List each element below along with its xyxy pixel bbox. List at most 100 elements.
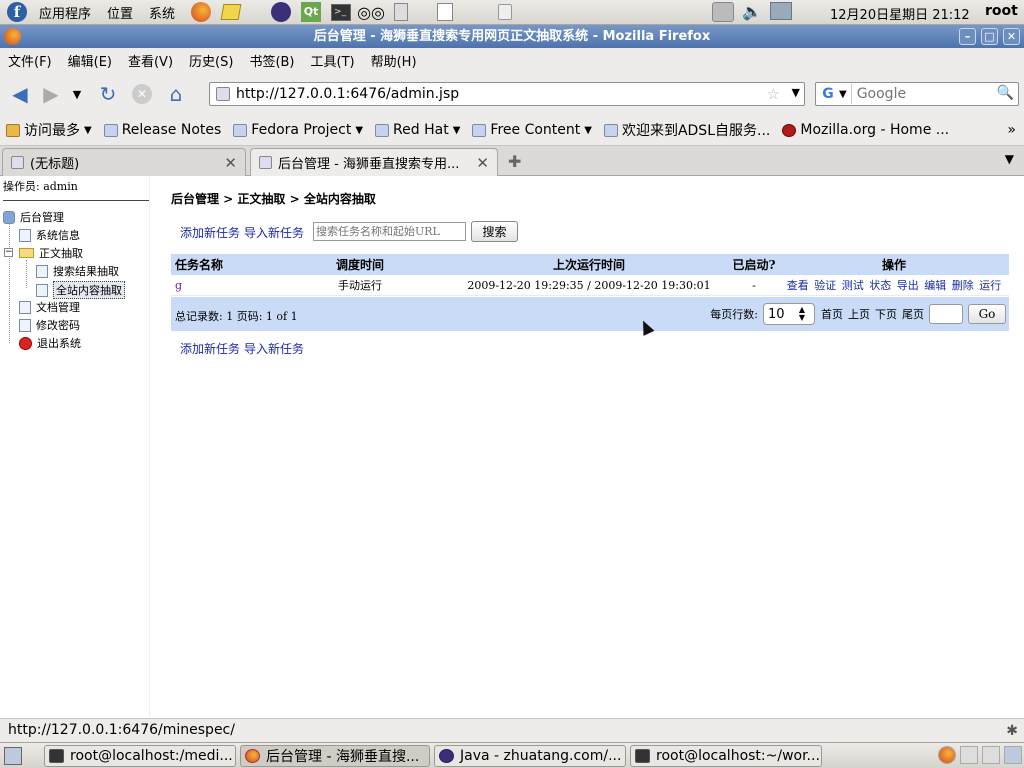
firefox-launcher-icon[interactable] xyxy=(189,1,213,23)
op-validate-link[interactable]: 验证 xyxy=(814,279,836,292)
tree-root[interactable]: 后台管理 xyxy=(3,209,64,225)
search-engine-input[interactable] xyxy=(850,84,1001,104)
volume-icon[interactable]: 🔈 xyxy=(742,2,762,22)
eyes-launcher-icon[interactable]: ◎◎ xyxy=(357,1,385,23)
tab-admin[interactable]: 后台管理 - 海狮垂直搜索专用... ✕ xyxy=(250,148,498,176)
home-icon[interactable]: ⌂ xyxy=(162,80,190,108)
header-last-run[interactable]: 上次运行时间 xyxy=(449,256,729,273)
menu-view[interactable]: 查看(V) xyxy=(120,51,181,70)
terminal-launcher-icon[interactable]: >_ xyxy=(329,1,353,23)
last-page-link[interactable]: 尾页 xyxy=(902,306,924,322)
bookmark-fedora-project[interactable]: Fedora Project ▼ xyxy=(233,122,363,138)
fedora-logo-icon[interactable]: f xyxy=(7,2,27,22)
taskbar-item-terminal-2[interactable]: root@localhost:~/wor... xyxy=(630,745,822,767)
back-arrow-icon[interactable]: ◀ xyxy=(6,80,34,108)
new-tab-icon[interactable]: ✚ xyxy=(508,152,521,171)
maximize-button[interactable]: □ xyxy=(981,28,998,45)
close-window-button[interactable]: ✕ xyxy=(1003,28,1020,45)
network-icon[interactable] xyxy=(712,2,734,22)
notes-launcher-icon[interactable] xyxy=(219,1,243,23)
history-dropdown-icon[interactable]: ▼ xyxy=(68,80,86,108)
header-started[interactable]: 已启动? xyxy=(729,256,779,273)
tree-item-extract[interactable]: 正文抽取 xyxy=(19,245,83,261)
url-input[interactable] xyxy=(236,86,756,102)
taskbar-item-terminal-1[interactable]: root@localhost:/medi... xyxy=(44,745,236,767)
places-menu[interactable]: 位置 xyxy=(103,3,137,22)
op-edit-link[interactable]: 编辑 xyxy=(924,279,946,292)
bookmark-star-icon[interactable]: ☆ xyxy=(767,85,780,103)
tree-item-logout[interactable]: 退出系统 xyxy=(19,335,81,351)
go-button[interactable]: Go xyxy=(968,304,1006,324)
screenshot-launcher-icon[interactable] xyxy=(493,1,517,23)
stop-icon[interactable]: ✕ xyxy=(128,80,156,108)
menu-history[interactable]: 历史(S) xyxy=(181,51,241,70)
import-task-link[interactable]: 导入新任务 xyxy=(244,342,304,356)
op-test-link[interactable]: 测试 xyxy=(842,279,864,292)
spinner-arrows-icon[interactable]: ▲ ▼ xyxy=(799,306,805,322)
op-delete-link[interactable]: 删除 xyxy=(952,279,974,292)
bookmark-free-content[interactable]: Free Content ▼ xyxy=(472,122,592,138)
prev-page-link[interactable]: 上页 xyxy=(848,306,870,322)
page-number-input[interactable] xyxy=(929,304,963,324)
eclipse-launcher-icon[interactable] xyxy=(269,1,293,23)
op-view-link[interactable]: 查看 xyxy=(787,279,809,292)
search-button[interactable]: 搜索 xyxy=(471,221,518,242)
op-export-link[interactable]: 导出 xyxy=(897,279,919,292)
menu-bookmarks[interactable]: 书签(B) xyxy=(241,51,302,70)
tree-item-password[interactable]: 修改密码 xyxy=(19,317,80,333)
taskbar-item-eclipse[interactable]: Java - zhuatang.com/... xyxy=(434,745,626,767)
tree-item-site-extract[interactable]: 全站内容抽取 xyxy=(36,281,125,299)
addon-bug-icon[interactable]: ✱ xyxy=(1006,720,1018,742)
window-titlebar[interactable]: 后台管理 - 海狮垂直搜索专用网页正文抽取系统 - Mozilla Firefo… xyxy=(0,25,1024,48)
menu-tools[interactable]: 工具(T) xyxy=(303,51,363,70)
workspace-1[interactable] xyxy=(960,746,978,764)
menu-help[interactable]: 帮助(H) xyxy=(363,51,425,70)
first-page-link[interactable]: 首页 xyxy=(821,306,843,322)
tree-item-sysinfo[interactable]: 系统信息 xyxy=(19,227,80,243)
panel-user[interactable]: root xyxy=(985,3,1018,19)
minimize-button[interactable]: – xyxy=(959,28,976,45)
firefox-tray-icon[interactable] xyxy=(938,746,956,764)
tab-untitled[interactable]: (无标题) ✕ xyxy=(2,148,246,176)
panel-clock[interactable]: 12月20日星期日 21:12 xyxy=(830,4,970,23)
close-tab-icon[interactable]: ✕ xyxy=(476,154,489,172)
bookmark-red-hat[interactable]: Red Hat ▼ xyxy=(375,122,460,138)
trash-icon[interactable] xyxy=(1004,746,1022,764)
import-task-link[interactable]: 导入新任务 xyxy=(244,226,304,240)
op-status-link[interactable]: 状态 xyxy=(869,279,891,292)
header-schedule[interactable]: 调度时间 xyxy=(271,256,449,273)
bookmark-release-notes[interactable]: Release Notes xyxy=(103,122,221,138)
url-bar[interactable]: ☆ ▼ xyxy=(209,82,805,106)
menu-edit[interactable]: 编辑(E) xyxy=(60,51,120,70)
forward-arrow-icon[interactable]: ▶ xyxy=(37,80,65,108)
url-dropdown-icon[interactable]: ▼ xyxy=(792,86,800,99)
display-icon[interactable] xyxy=(769,2,792,20)
reload-icon[interactable]: ↻ xyxy=(94,80,122,108)
search-bar[interactable]: G ▼ 🔍 xyxy=(815,82,1019,106)
filer-launcher-icon[interactable] xyxy=(389,1,413,23)
show-desktop-icon[interactable] xyxy=(4,746,22,765)
bookmark-most-visited[interactable]: 访问最多 ▼ xyxy=(6,120,92,140)
next-page-link[interactable]: 下页 xyxy=(875,306,897,322)
add-task-link[interactable]: 添加新任务 xyxy=(180,226,240,240)
workspace-2[interactable] xyxy=(982,746,1000,764)
header-task-name[interactable]: 任务名称 xyxy=(171,256,271,273)
engine-dropdown-icon[interactable]: ▼ xyxy=(839,89,847,100)
add-task-link[interactable]: 添加新任务 xyxy=(180,342,240,356)
bookmark-mozilla[interactable]: Mozilla.org - Home ... xyxy=(782,122,949,138)
search-magnifier-icon[interactable]: 🔍 xyxy=(997,85,1014,101)
op-run-link[interactable]: 运行 xyxy=(979,279,1001,292)
bookmark-adsl[interactable]: 欢迎来到ADSL自服务... xyxy=(603,120,770,140)
qt-launcher-icon[interactable]: Qt xyxy=(299,1,323,23)
menu-file[interactable]: 文件(F) xyxy=(0,51,60,70)
site-identity-icon[interactable] xyxy=(216,87,230,101)
tree-item-search-extract[interactable]: 搜索结果抽取 xyxy=(36,263,119,279)
tab-list-chevron-icon[interactable]: ▼ xyxy=(1005,152,1014,166)
close-tab-icon[interactable]: ✕ xyxy=(224,154,237,172)
per-page-stepper[interactable]: 10 ▲ ▼ xyxy=(763,303,815,325)
editor-launcher-icon[interactable] xyxy=(433,1,457,23)
taskbar-item-firefox[interactable]: 后台管理 - 海狮垂直搜... xyxy=(240,745,430,767)
collapse-toggle[interactable]: − xyxy=(4,248,13,257)
tree-item-docs[interactable]: 文档管理 xyxy=(19,299,80,315)
firefox-window-icon[interactable] xyxy=(4,28,21,45)
